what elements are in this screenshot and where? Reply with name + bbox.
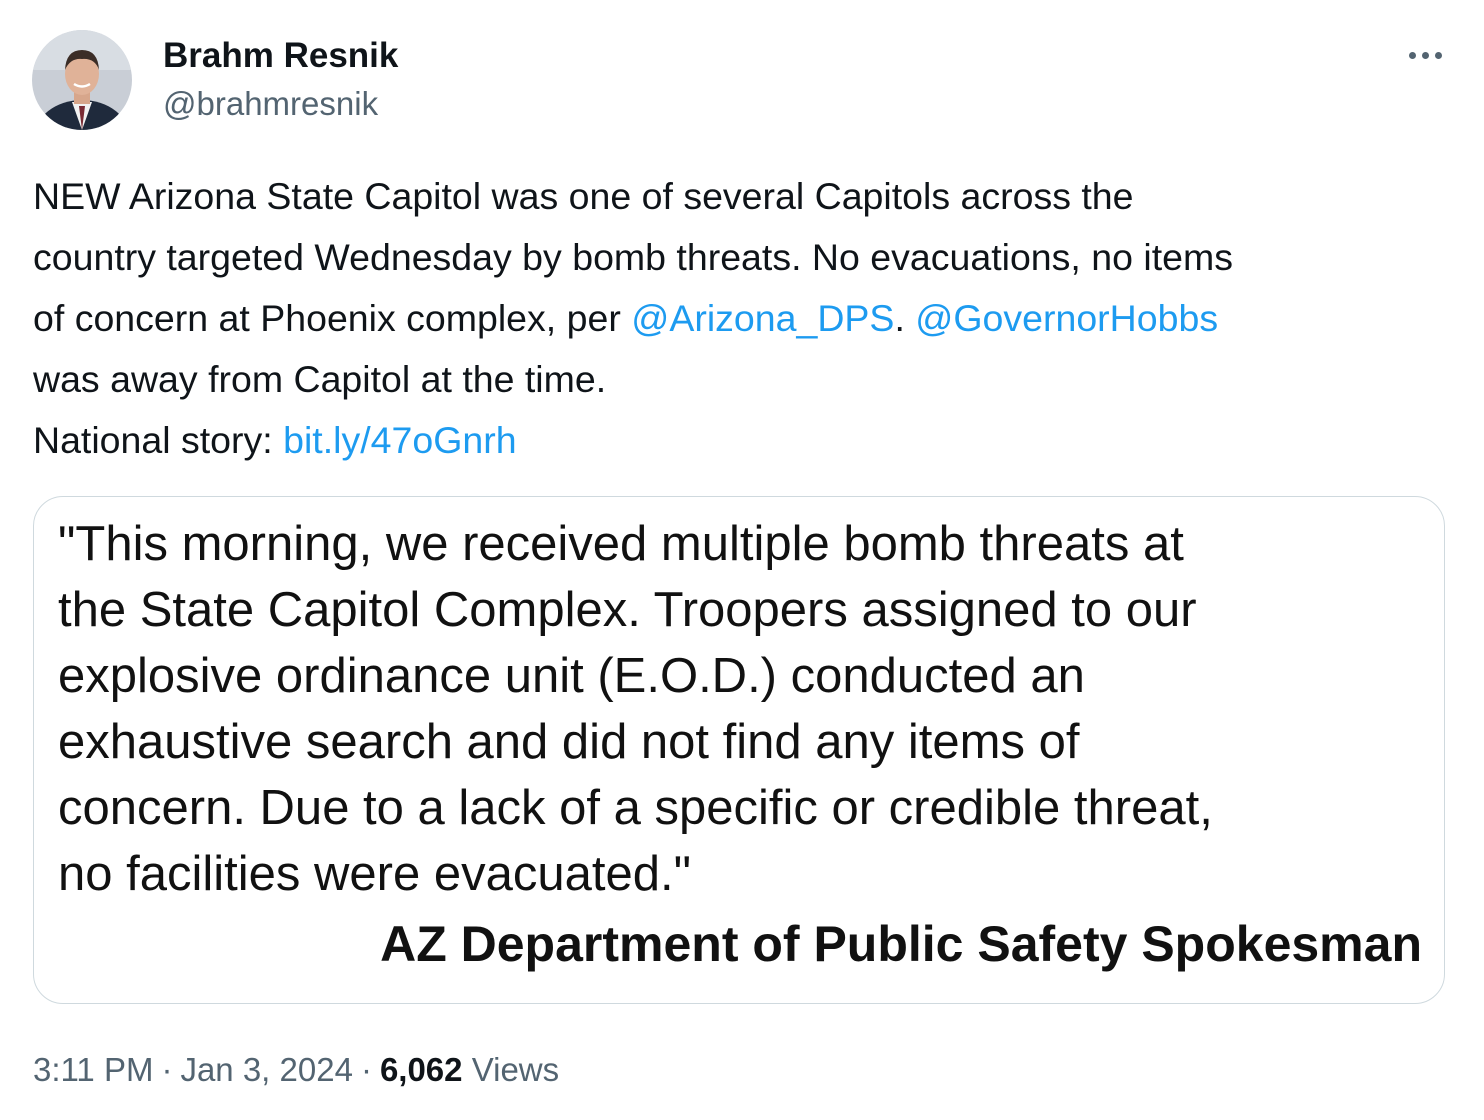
more-options-icon (1421, 51, 1429, 59)
url-link[interactable]: bit.ly/47oGnrh (283, 419, 516, 461)
tweet-time[interactable]: 3:11 PM (33, 1051, 153, 1088)
more-options-icon (1408, 51, 1416, 59)
tweet-text-line: National story: bit.ly/47oGnrh (33, 410, 1453, 471)
mention-link[interactable]: @Arizona_DPS (631, 297, 894, 339)
quote-line: explosive ordinance unit (E.O.D.) conduc… (58, 649, 1085, 703)
tweet-text-segment: of concern at Phoenix complex, per (33, 297, 632, 339)
meta-separator: · (161, 1051, 173, 1088)
tweet-text-line: of concern at Phoenix complex, per @Ariz… (33, 288, 1453, 349)
tweet-text-segment: National story: (33, 419, 284, 461)
tweet-text-line: country targeted Wednesday by bomb threa… (33, 227, 1453, 288)
tweet-text-segment: NEW Arizona State Capitol was one of sev… (33, 175, 1134, 217)
mention-link[interactable]: @GovernorHobbs (915, 297, 1218, 339)
tweet-text-segment: country targeted Wednesday by bomb threa… (33, 236, 1233, 278)
tweet-text-segment: . (894, 297, 916, 339)
avatar[interactable] (32, 30, 132, 130)
quote-line: no facilities were evacuated." (58, 847, 691, 901)
tweet-meta: 3:11 PM · Jan 3, 2024 · 6,062 Views (33, 1046, 559, 1094)
tweet: Brahm Resnik @brahmresnik NEW Arizona St… (0, 0, 1484, 1120)
tweet-text-line: was away from Capitol at the time. (33, 349, 1453, 410)
tweet-text-line: NEW Arizona State Capitol was one of sev… (33, 166, 1453, 227)
quote-text: "This morning, we received multiple bomb… (58, 511, 1213, 907)
display-name[interactable]: Brahm Resnik (163, 34, 398, 78)
quote-line: the State Capitol Complex. Troopers assi… (58, 583, 1197, 637)
user-handle[interactable]: @brahmresnik (163, 82, 398, 126)
more-options-button[interactable] (1400, 30, 1450, 80)
quote-line: exhaustive search and did not find any i… (58, 715, 1080, 769)
views-label: Views (471, 1051, 560, 1088)
tweet-text: NEW Arizona State Capitol was one of sev… (33, 166, 1453, 471)
tweet-text-segment: was away from Capitol at the time. (33, 358, 607, 400)
tweet-media-image[interactable]: "This morning, we received multiple bomb… (33, 496, 1445, 1004)
quote-line: "This morning, we received multiple bomb… (58, 517, 1184, 571)
tweet-date[interactable]: Jan 3, 2024 (180, 1051, 352, 1088)
profile-photo (32, 30, 132, 130)
quote-attribution: AZ Department of Public Safety Spokesman (380, 916, 1422, 972)
quote-line: concern. Due to a lack of a specific or … (58, 781, 1213, 835)
meta-separator: · (360, 1051, 372, 1088)
views-count: 6,062 (379, 1051, 463, 1088)
more-options-icon (1434, 51, 1442, 59)
author-info: Brahm Resnik @brahmresnik (163, 34, 398, 126)
